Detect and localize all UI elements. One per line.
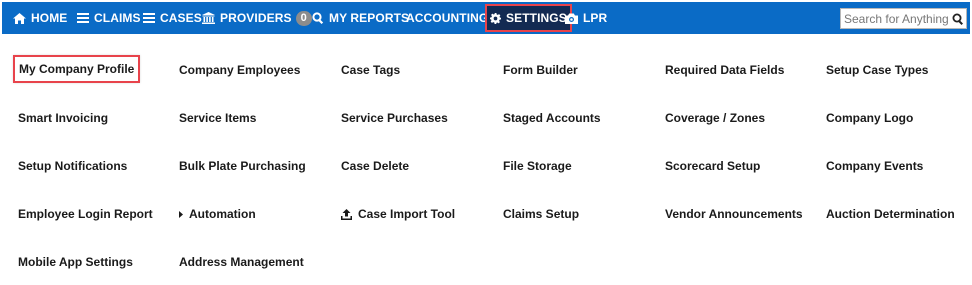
nav-claims-label: CLAIMS [94,11,141,25]
caret-right-icon [179,210,183,218]
nav-my-reports-label: MY REPORTS [329,11,410,25]
menu-company-logo[interactable]: Company Logo [826,111,913,125]
nav-lpr-label: LPR [583,11,608,25]
nav-home-label: HOME [31,11,68,25]
search-icon [312,12,324,24]
search-input[interactable] [841,9,950,28]
nav-settings[interactable]: SETTINGS [485,4,572,32]
menu-coverage-zones[interactable]: Coverage / Zones [665,111,765,125]
menu-bulk-plate-purchasing[interactable]: Bulk Plate Purchasing [179,159,306,173]
menu-staged-accounts[interactable]: Staged Accounts [503,111,601,125]
menu-address-management[interactable]: Address Management [179,255,304,269]
menu-automation[interactable]: Automation [179,207,256,221]
menu-company-employees[interactable]: Company Employees [179,63,300,77]
menu-required-data-fields[interactable]: Required Data Fields [665,63,784,77]
menu-employee-login-report[interactable]: Employee Login Report [18,207,153,221]
menu-case-import-tool-label: Case Import Tool [358,207,456,221]
gear-icon [490,12,501,24]
nav-providers-label: PROVIDERS [220,11,292,25]
menu-claims-setup[interactable]: Claims Setup [503,207,579,221]
nav-accounting-label: ACCOUNTING [406,11,489,25]
menu-my-company-profile[interactable]: My Company Profile [13,55,141,83]
menu-scorecard-setup[interactable]: Scorecard Setup [665,159,760,173]
camera-icon [565,13,578,24]
menu-mobile-app-settings[interactable]: Mobile App Settings [18,255,133,269]
menu-file-storage[interactable]: File Storage [503,159,572,173]
nav-home[interactable]: HOME [13,2,67,34]
menu-service-items[interactable]: Service Items [179,111,256,125]
nav-accounting[interactable]: ACCOUNTING [406,2,488,34]
menu-case-tags[interactable]: Case Tags [341,63,400,77]
menu-icon [143,13,155,23]
menu-service-purchases[interactable]: Service Purchases [341,111,448,125]
nav-cases[interactable]: CASES [143,2,202,34]
menu-icon [77,13,89,23]
nav-my-reports[interactable]: MY REPORTS [312,2,409,34]
top-nav-bar: HOME CLAIMS CASES PROVIDERS 0 MY REPORTS… [2,2,970,34]
menu-case-import-tool[interactable]: Case Import Tool [341,207,455,221]
menu-setup-notifications[interactable]: Setup Notifications [18,159,127,173]
upload-icon [341,208,352,220]
menu-smart-invoicing[interactable]: Smart Invoicing [18,111,108,125]
menu-case-delete[interactable]: Case Delete [341,159,409,173]
menu-setup-case-types[interactable]: Setup Case Types [826,63,928,77]
nav-settings-label: SETTINGS [506,11,567,25]
providers-count-badge: 0 [295,10,312,26]
menu-auction-determination[interactable]: Auction Determination [826,207,955,221]
menu-form-builder[interactable]: Form Builder [503,63,578,77]
nav-claims[interactable]: CLAIMS [77,2,141,34]
search-icon[interactable] [952,13,964,25]
nav-cases-label: CASES [160,11,202,25]
global-search [840,8,967,29]
nav-providers[interactable]: PROVIDERS 0 [202,2,312,34]
home-icon [13,12,26,24]
menu-automation-label: Automation [189,207,256,221]
bank-icon [202,12,215,24]
nav-lpr[interactable]: LPR [565,2,607,34]
menu-vendor-announcements[interactable]: Vendor Announcements [665,207,803,221]
menu-company-events[interactable]: Company Events [826,159,923,173]
